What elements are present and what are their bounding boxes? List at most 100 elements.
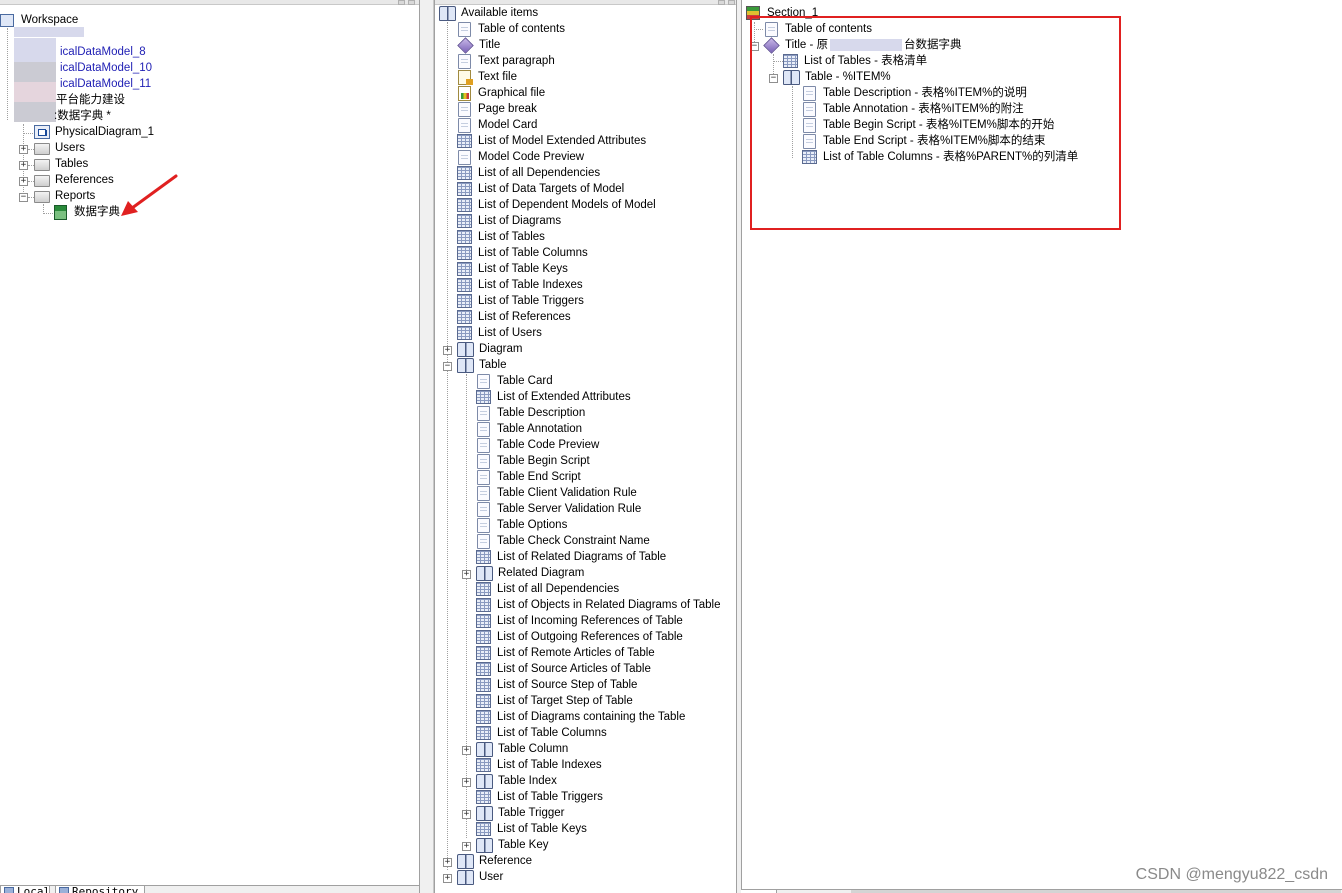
item-label: Page break xyxy=(478,103,537,115)
available-item[interactable]: Graphical file xyxy=(457,85,547,101)
item-label: List of Incoming References of Table xyxy=(497,615,683,627)
available-table-item[interactable]: Table Server Validation Rule xyxy=(476,501,643,517)
available-table-item[interactable]: List of Related Diagrams of Table xyxy=(476,549,668,565)
model-item[interactable]: icalDataModel_10 xyxy=(58,60,154,76)
available-item[interactable]: Table of contents xyxy=(457,21,567,37)
report-item[interactable]: 数据字典 xyxy=(53,204,122,220)
document-icon xyxy=(477,517,490,533)
available-table-item[interactable]: List of Objects in Related Diagrams of T… xyxy=(476,597,723,613)
available-item[interactable]: Model Card xyxy=(457,117,539,133)
available-item[interactable]: List of Tables xyxy=(457,229,547,245)
available-book[interactable]: User xyxy=(457,869,505,885)
available-table-item[interactable]: List of Table Columns xyxy=(476,725,609,741)
list-icon xyxy=(476,758,491,772)
available-table-item[interactable]: List of Target Step of Table xyxy=(476,693,635,709)
expand-toggle[interactable]: − xyxy=(443,362,452,371)
available-item[interactable]: List of Table Triggers xyxy=(457,293,586,309)
available-book-table[interactable]: Table xyxy=(457,357,509,373)
available-table-item[interactable]: List of Diagrams containing the Table xyxy=(476,709,687,725)
available-table-item[interactable]: Table Description xyxy=(476,405,587,421)
tables-folder[interactable]: Tables xyxy=(34,156,90,172)
available-item[interactable]: List of Table Keys xyxy=(457,261,570,277)
available-item[interactable]: Text file xyxy=(457,69,519,85)
expand-toggle[interactable]: + xyxy=(19,145,28,154)
available-items-root[interactable]: Available items xyxy=(439,5,540,21)
available-item[interactable]: Title xyxy=(457,36,502,54)
users-folder[interactable]: Users xyxy=(34,140,87,156)
scroll-button[interactable] xyxy=(408,0,415,5)
available-table-item[interactable]: Table Column xyxy=(476,741,570,757)
expand-toggle[interactable]: + xyxy=(462,810,471,819)
workspace-root[interactable]: Workspace xyxy=(0,12,80,28)
available-item[interactable]: List of Data Targets of Model xyxy=(457,181,626,197)
available-table-item[interactable]: List of all Dependencies xyxy=(476,581,621,597)
expand-toggle[interactable]: + xyxy=(462,570,471,579)
available-item[interactable]: List of Model Extended Attributes xyxy=(457,133,648,149)
available-table-item[interactable]: List of Source Step of Table xyxy=(476,677,639,693)
available-item[interactable]: List of Table Indexes xyxy=(457,277,585,293)
collapse-toggle[interactable]: − xyxy=(19,193,28,202)
expand-toggle[interactable]: + xyxy=(462,746,471,755)
available-book-diagram[interactable]: Diagram xyxy=(457,341,524,357)
available-item[interactable]: List of Diagrams xyxy=(457,213,563,229)
available-table-item[interactable]: Table Client Validation Rule xyxy=(476,485,639,501)
available-table-item[interactable]: List of Table Keys xyxy=(476,821,589,837)
scroll-button[interactable] xyxy=(398,0,405,5)
available-table-item[interactable]: Table Trigger xyxy=(476,805,566,821)
references-folder[interactable]: References xyxy=(34,172,116,188)
expand-toggle[interactable]: + xyxy=(19,177,28,186)
tab-repository[interactable]: Repository xyxy=(55,885,145,893)
available-table-item[interactable]: Table Index xyxy=(476,773,559,789)
available-item[interactable]: List of Table Columns xyxy=(457,245,590,261)
physical-model-item[interactable]: :数据字典 * xyxy=(52,108,113,124)
item-label: List of Table Triggers xyxy=(478,295,584,307)
item-label: List of Source Articles of Table xyxy=(497,663,651,675)
diagram-item[interactable]: PhysicalDiagram_1 xyxy=(34,124,156,140)
model-item[interactable]: icalDataModel_8 xyxy=(58,44,148,60)
expand-toggle[interactable]: + xyxy=(19,161,28,170)
item-label: Table of contents xyxy=(478,23,565,35)
available-table-item[interactable]: List of Source Articles of Table xyxy=(476,661,653,677)
tab-local[interactable]: Local xyxy=(0,885,50,893)
redacted-area xyxy=(14,62,56,82)
expand-toggle[interactable]: + xyxy=(443,858,452,867)
document-icon xyxy=(458,53,471,69)
item-label: Related Diagram xyxy=(498,567,585,579)
available-table-item[interactable]: Table Code Preview xyxy=(476,437,601,453)
project-item[interactable]: 平台能力建设 xyxy=(54,92,127,108)
available-item[interactable]: List of References xyxy=(457,309,573,325)
expand-toggle[interactable]: + xyxy=(443,346,452,355)
available-book[interactable]: Reference xyxy=(457,853,534,869)
available-item[interactable]: List of Users xyxy=(457,325,544,341)
list-icon xyxy=(476,582,491,596)
available-table-item[interactable]: List of Outgoing References of Table xyxy=(476,629,685,645)
available-table-item[interactable]: Table Key xyxy=(476,837,551,853)
model-item[interactable]: icalDataModel_11 xyxy=(58,76,153,92)
expand-toggle[interactable]: + xyxy=(443,874,452,883)
available-table-item[interactable]: List of Remote Articles of Table xyxy=(476,645,657,661)
available-table-item[interactable]: List of Table Indexes xyxy=(476,757,604,773)
available-table-item[interactable]: Related Diagram xyxy=(476,565,586,581)
expand-toggle[interactable]: + xyxy=(462,842,471,851)
available-items-pane: Available items Table of contents Title Te… xyxy=(434,0,737,893)
expand-toggle[interactable]: + xyxy=(462,778,471,787)
scroll-button[interactable] xyxy=(718,0,725,5)
available-item[interactable]: Model Code Preview xyxy=(457,149,586,165)
scroll-button[interactable] xyxy=(728,0,735,5)
available-table-item[interactable]: Table Options xyxy=(476,517,569,533)
reports-folder[interactable]: Reports xyxy=(34,188,97,204)
available-item[interactable]: Text paragraph xyxy=(457,53,557,69)
available-table-item[interactable]: Table End Script xyxy=(476,469,583,485)
available-table-item[interactable]: List of Table Triggers xyxy=(476,789,605,805)
available-table-item[interactable]: Table Annotation xyxy=(476,421,584,437)
pane-splitter[interactable] xyxy=(420,0,434,893)
available-item[interactable]: List of Dependent Models of Model xyxy=(457,197,658,213)
available-table-item[interactable]: List of Extended Attributes xyxy=(476,389,633,405)
available-item[interactable]: Page break xyxy=(457,101,539,117)
available-table-item[interactable]: List of Incoming References of Table xyxy=(476,613,685,629)
available-table-item[interactable]: Table Check Constraint Name xyxy=(476,533,652,549)
available-item[interactable]: List of all Dependencies xyxy=(457,165,602,181)
item-label: List of Extended Attributes xyxy=(497,391,631,403)
available-table-item[interactable]: Table Begin Script xyxy=(476,453,592,469)
available-table-item[interactable]: Table Card xyxy=(476,373,555,389)
